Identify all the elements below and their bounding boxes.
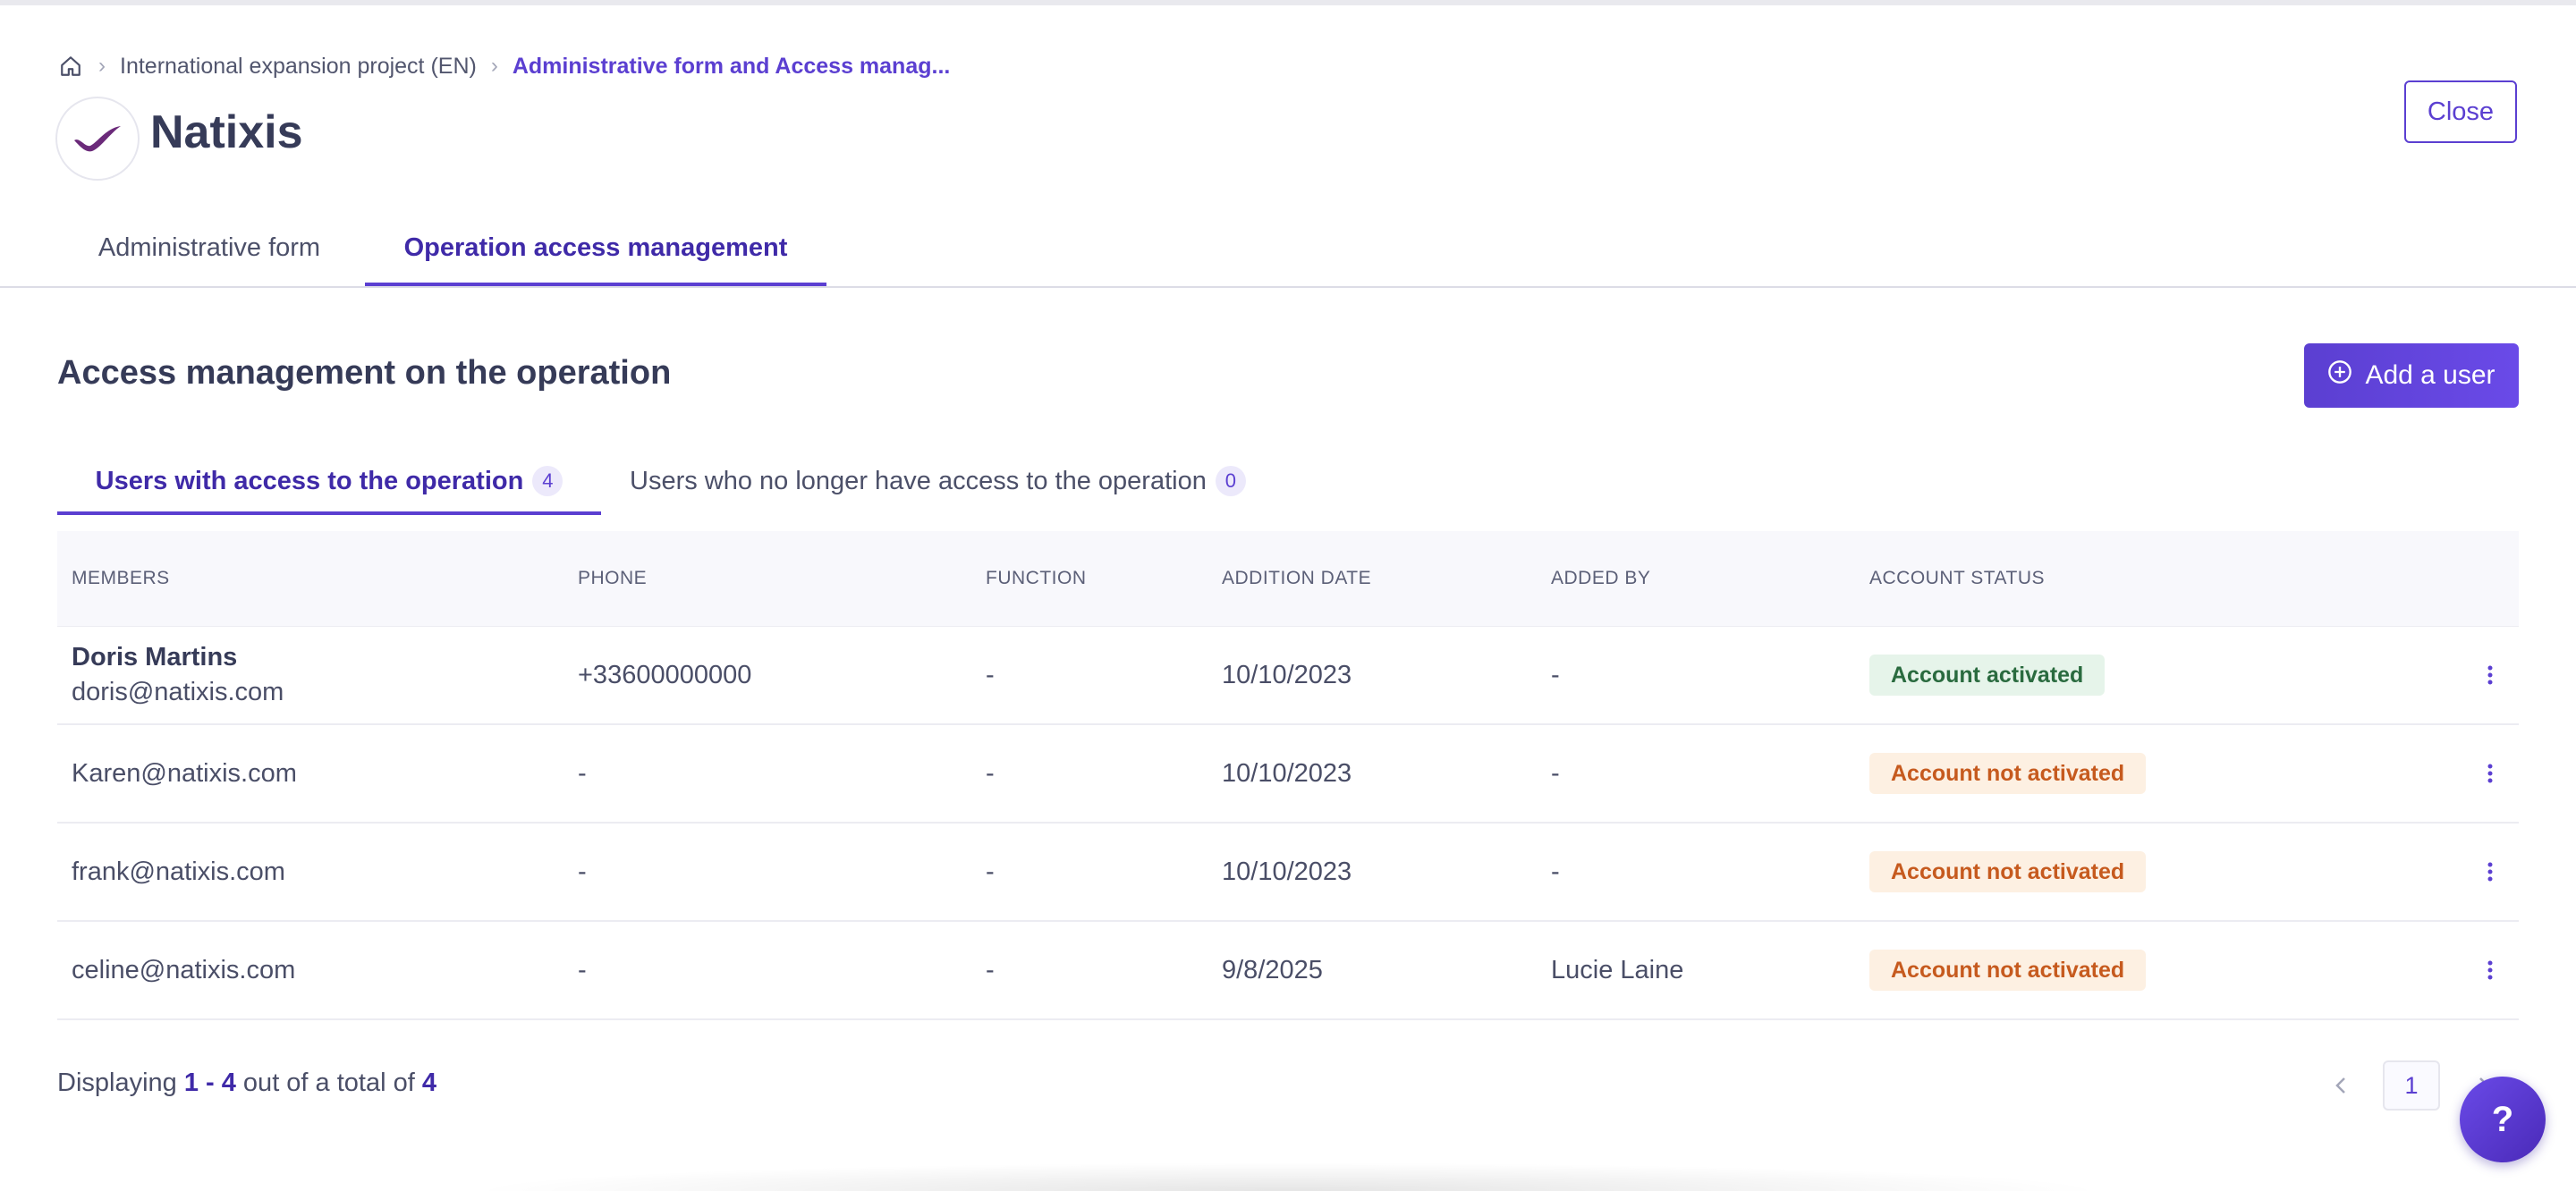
breadcrumb: › International expansion project (EN) ›… (57, 50, 950, 82)
main-tabs: Administrative form Operation access man… (0, 211, 2576, 288)
table-header: MEMBERS PHONE FUNCTION ADDITION DATE ADD… (57, 531, 2519, 627)
breadcrumb-item-current[interactable]: Administrative form and Access manag... (513, 54, 951, 80)
phone-cell: - (578, 857, 587, 886)
table-row[interactable]: frank@natixis.com - - 10/10/2023 - Accou… (57, 824, 2519, 922)
more-vertical-icon[interactable] (2472, 824, 2508, 920)
tab-users-no-access[interactable]: Users who no longer have access to the o… (630, 447, 1246, 515)
sub-tabs: Users with access to the operation 4 Use… (57, 447, 1309, 515)
column-header-added-by[interactable]: ADDED BY (1551, 531, 1650, 626)
page-number-button[interactable]: 1 (2383, 1060, 2440, 1111)
help-button[interactable]: ? (2460, 1077, 2546, 1162)
summary-middle: out of a total of (235, 1069, 422, 1097)
added-by-cell: - (1551, 758, 1560, 788)
column-header-addition-date[interactable]: ADDITION DATE (1222, 531, 1371, 626)
more-vertical-icon[interactable] (2472, 627, 2508, 723)
status-cell: Account not activated (1869, 824, 2147, 920)
natixis-logo (55, 97, 140, 181)
count-badge: 4 (532, 466, 564, 496)
more-vertical-icon[interactable] (2472, 725, 2508, 822)
member-email: doris@natixis.com (72, 678, 284, 706)
tab-label: Users with access to the operation (95, 466, 524, 495)
function-cell: - (986, 955, 995, 984)
company-name: Natixis (150, 106, 303, 158)
tab-operation-access-management[interactable]: Operation access management (365, 211, 826, 286)
addition-date-cell: 10/10/2023 (1222, 660, 1352, 689)
column-header-members[interactable]: MEMBERS (72, 531, 170, 626)
added-by-cell: Lucie Laine (1551, 955, 1684, 984)
table-row[interactable]: Karen@natixis.com - - 10/10/2023 - Accou… (57, 725, 2519, 824)
added-by-cell: - (1551, 857, 1560, 886)
summary-range: 1 - 4 (183, 1069, 236, 1097)
phone-cell: +33600000000 (578, 660, 752, 689)
status-badge: Account activated (1869, 655, 2106, 696)
table-row[interactable]: Doris Martins doris@natixis.com +3360000… (57, 627, 2519, 725)
plus-circle-icon (2327, 359, 2352, 392)
tab-label: Users who no longer have access to the o… (630, 466, 1207, 495)
table-row[interactable]: celine@natixis.com - - 9/8/2025 Lucie La… (57, 922, 2519, 1020)
tab-administrative-form[interactable]: Administrative form (57, 211, 361, 284)
function-cell: - (986, 660, 995, 689)
member-email: frank@natixis.com (72, 857, 285, 886)
pagination-summary: Displaying 1 - 4 out of a total of 4 (57, 1069, 436, 1098)
chevron-left-icon[interactable] (2326, 1068, 2356, 1103)
status-badge: Account not activated (1869, 851, 2147, 892)
phone-cell: - (578, 758, 587, 788)
section-title: Access management on the operation (57, 354, 672, 392)
home-icon[interactable] (57, 53, 84, 80)
status-cell: Account activated (1869, 627, 2106, 723)
count-badge: 0 (1215, 466, 1246, 496)
summary-total: 4 (421, 1069, 436, 1097)
member-email: celine@natixis.com (72, 955, 296, 984)
bottom-shadow (465, 1162, 2111, 1191)
help-icon: ? (2491, 1099, 2514, 1139)
added-by-cell: - (1551, 660, 1560, 689)
top-divider (0, 0, 2576, 5)
addition-date-cell: 9/8/2025 (1222, 955, 1323, 984)
function-cell: - (986, 857, 995, 886)
add-user-label: Add a user (2365, 360, 2496, 390)
status-cell: Account not activated (1869, 725, 2147, 822)
chevron-right-icon: › (490, 54, 498, 78)
chevron-right-icon: › (98, 54, 106, 78)
summary-prefix: Displaying (57, 1069, 184, 1097)
phone-cell: - (578, 955, 587, 984)
breadcrumb-item-project[interactable]: International expansion project (EN) (120, 54, 477, 80)
column-header-phone[interactable]: PHONE (578, 531, 647, 626)
function-cell: - (986, 758, 995, 788)
member-email: Karen@natixis.com (72, 758, 297, 788)
status-badge: Account not activated (1869, 753, 2147, 794)
close-button[interactable]: Close (2404, 80, 2517, 143)
column-header-function[interactable]: FUNCTION (986, 531, 1087, 626)
addition-date-cell: 10/10/2023 (1222, 857, 1352, 886)
status-badge: Account not activated (1869, 950, 2147, 991)
column-header-account-status[interactable]: ACCOUNT STATUS (1869, 531, 2045, 626)
status-cell: Account not activated (1869, 922, 2147, 1018)
member-name: Doris Martins (72, 643, 238, 672)
members-table: MEMBERS PHONE FUNCTION ADDITION DATE ADD… (57, 531, 2519, 1020)
member-cell: Doris Martins doris@natixis.com (72, 627, 284, 723)
addition-date-cell: 10/10/2023 (1222, 758, 1352, 788)
add-user-button[interactable]: Add a user (2304, 343, 2519, 408)
more-vertical-icon[interactable] (2472, 922, 2508, 1018)
tab-users-with-access[interactable]: Users with access to the operation 4 (57, 447, 601, 515)
